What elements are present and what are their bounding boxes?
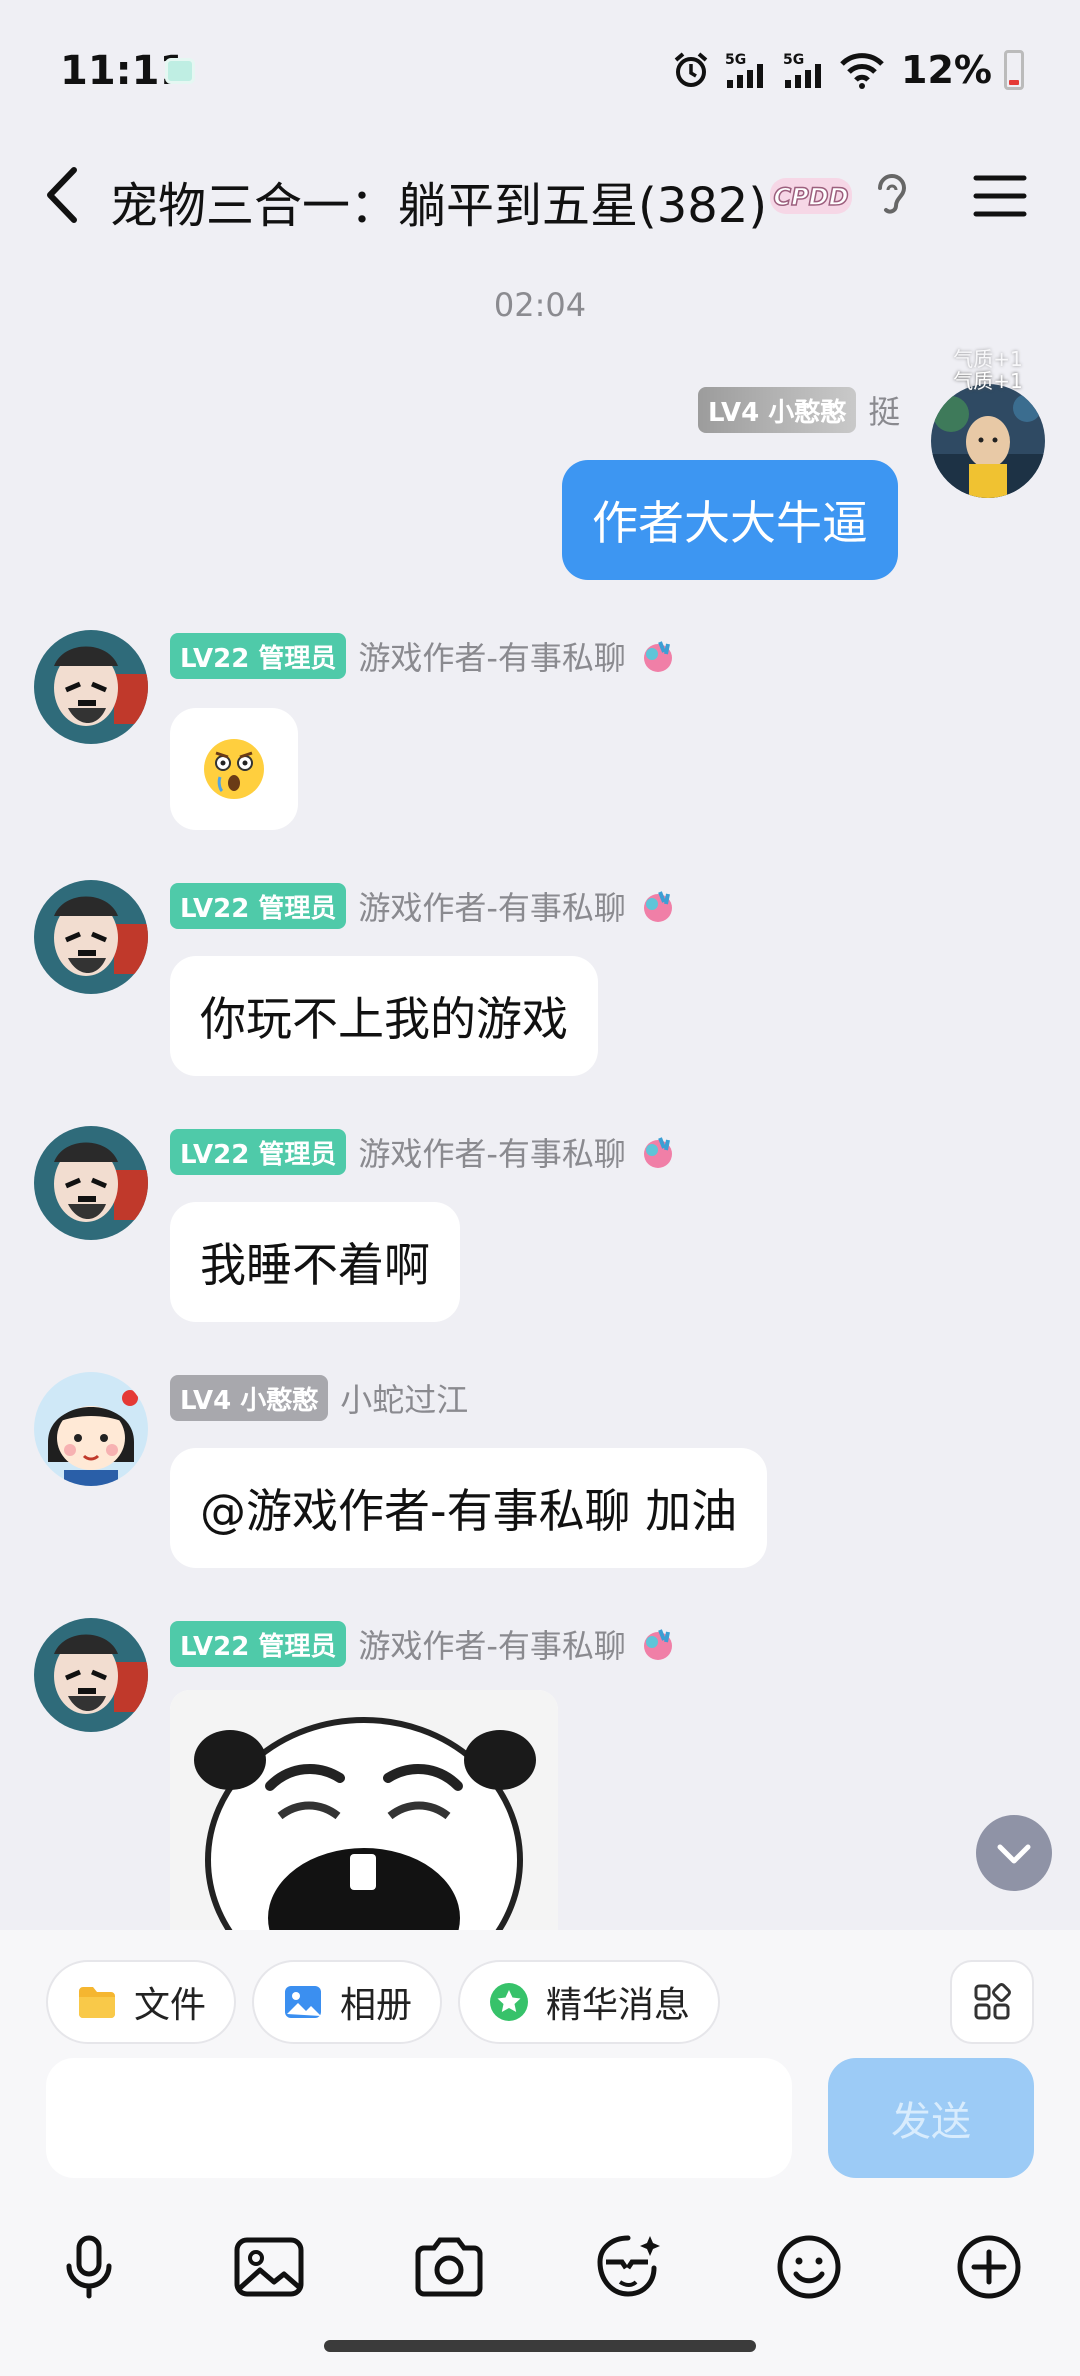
sender-row: LV22 管理员 游戏作者-有事私聊 [170,882,678,930]
send-button[interactable]: 发送 [828,2058,1034,2178]
message-bubble[interactable]: @游戏作者-有事私聊 加油 [170,1448,768,1568]
ear-icon[interactable] [872,168,912,222]
image-icon [234,2237,304,2297]
battery-icon [1004,50,1024,90]
chevron-down-icon [997,1844,1031,1864]
dragon-icon [643,641,672,672]
camera-button[interactable] [404,2222,494,2312]
sender-row-self: LV4 小憨憨 挺 [698,386,900,434]
sender-row: LV4 小憨憨 小蛇过江 [170,1374,468,1422]
scroll-to-bottom-button[interactable] [976,1815,1052,1891]
voice-button[interactable] [44,2222,134,2312]
sender-name: 游戏作者-有事私聊 [358,889,626,927]
shocked-emoji-icon [204,739,264,799]
chat-title[interactable]: 宠物三合一：躺平到五星(382) [110,166,767,236]
dragon-icon [643,1137,672,1168]
message-bubble[interactable]: 你玩不上我的游戏 [170,956,598,1076]
cpdd-badge[interactable]: CPDD [768,174,854,218]
author-avatar[interactable] [34,630,148,744]
app-notification-icon [165,58,195,84]
admin-badge: LV22 管理员 [170,1621,347,1667]
sticker-button[interactable] [584,2222,674,2312]
author-avatar[interactable] [34,880,148,994]
more-button[interactable] [944,2222,1034,2312]
file-button[interactable]: 文件 [46,1960,237,2044]
message-timestamp: 02:04 [493,286,587,324]
sticker-bubble[interactable] [170,708,298,830]
avatar-status-overlay: 气质+1 气质+1 [953,347,1023,393]
dragon-icon [643,891,672,922]
alarm-icon [671,50,711,90]
sticker-face-icon [597,2235,660,2297]
sender-name: 挺 [868,393,901,431]
input-toolbar [0,2202,1080,2332]
emoji-button[interactable] [764,2222,854,2312]
user-avatar[interactable] [34,1372,148,1486]
home-indicator[interactable] [324,2340,756,2352]
level-badge: LV4 小憨憨 [170,1375,329,1421]
sender-row: LV22 管理员 游戏作者-有事私聊 [170,1128,678,1176]
wifi-icon [839,50,885,90]
author-avatar[interactable] [34,1126,148,1240]
author-avatar[interactable] [34,1618,148,1732]
crying-panda-sticker[interactable] [170,1690,558,1930]
status-bar: 11:11 5G 5G 12% [0,0,1080,140]
admin-badge: LV22 管理员 [170,883,347,929]
sender-name: 小蛇过江 [340,1381,469,1419]
level-badge: LV4 小憨憨 [698,387,857,433]
apps-grid-icon [974,1983,1011,2020]
admin-badge: LV22 管理员 [170,1129,347,1175]
hamburger-icon [973,175,1027,217]
star-badge-icon [490,1983,528,2021]
message-bubble[interactable]: 我睡不着啊 [170,1202,460,1322]
signal-5g-icon-2: 5G [781,50,827,90]
svg-text:CPDD: CPDD [773,183,848,211]
admin-badge: LV22 管理员 [170,633,347,679]
plus-circle-icon [957,2235,1021,2299]
image-button[interactable] [224,2222,314,2312]
status-icons: 5G 5G 12% [671,48,1024,92]
album-button[interactable]: 相册 [252,1960,443,2044]
album-label: 相册 [340,1985,413,2026]
camera-icon [415,2237,483,2297]
message-bubble-self[interactable]: 作者大大牛逼 [562,460,898,580]
microphone-icon [66,2235,112,2299]
chevron-left-icon [47,167,77,223]
battery-percent: 12% [901,48,992,92]
sender-row: LV22 管理员 游戏作者-有事私聊 [170,632,678,680]
dragon-icon [643,1629,672,1660]
sender-name: 游戏作者-有事私聊 [358,1135,626,1173]
sender-row: LV22 管理员 游戏作者-有事私聊 [170,1620,678,1668]
more-apps-button[interactable] [950,1960,1034,2044]
back-button[interactable] [36,162,96,228]
sender-name: 游戏作者-有事私聊 [358,639,626,677]
signal-5g-icon-1: 5G [723,50,769,90]
featured-label: 精华消息 [546,1985,691,2026]
folder-icon [79,1987,115,2018]
file-label: 文件 [134,1985,207,2026]
quick-actions-bar: 文件 相册 精华消息 [0,1930,1080,2060]
svg-text:5G: 5G [783,52,804,68]
bottom-panel: 文件 相册 精华消息 发送 [0,1930,1080,2376]
message-input[interactable] [46,2058,792,2178]
chat-header: 宠物三合一：躺平到五星(382) CPDD [0,140,1080,250]
svg-text:5G: 5G [725,52,746,68]
featured-messages-button[interactable]: 精华消息 [458,1960,721,2044]
menu-button[interactable] [970,168,1030,224]
sender-name: 游戏作者-有事私聊 [358,1627,626,1665]
self-avatar[interactable] [931,384,1045,498]
photo-icon [285,1986,321,2018]
smiley-icon [777,2235,841,2299]
